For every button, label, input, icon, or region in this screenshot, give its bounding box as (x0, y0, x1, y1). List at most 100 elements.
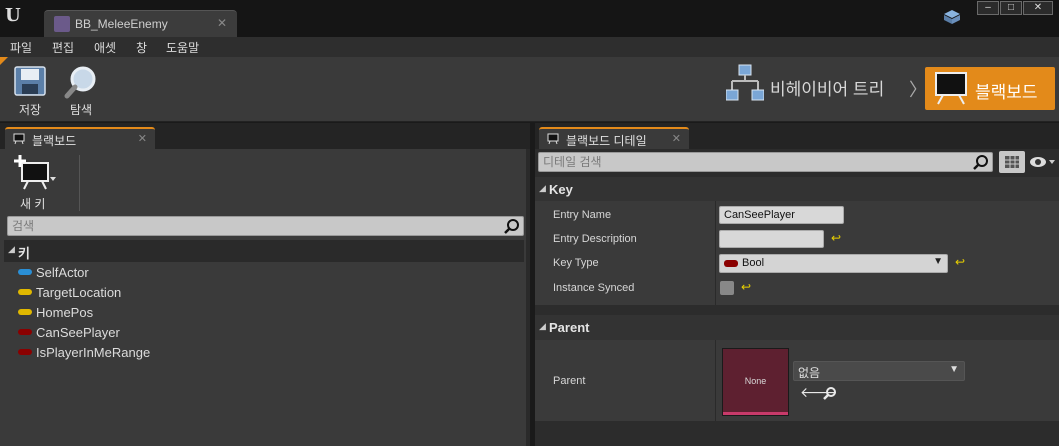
blackboard-search-input[interactable] (12, 218, 476, 234)
key-section-header[interactable]: ◢ Key (535, 177, 1059, 201)
toolbar: 저장 탐색 비헤이비어 트리 〉 블랙보드 (0, 57, 1059, 122)
blackboard-tab-icon (547, 133, 559, 145)
close-button[interactable]: ✕ (1023, 1, 1053, 15)
menu-file[interactable]: 파일 (10, 39, 32, 56)
browse-label: 탐색 (69, 103, 93, 117)
key-name-label: TargetLocation (36, 285, 122, 300)
column-divider (715, 340, 716, 421)
key-name-label: CanSeePlayer (36, 325, 120, 340)
key-name-label: IsPlayerInMeRange (36, 345, 151, 360)
menu-help[interactable]: 도움말 (166, 39, 199, 56)
details-search-input[interactable] (543, 154, 951, 170)
reset-to-default-icon[interactable]: ↩ (831, 231, 841, 245)
key-type-label: Key Type (553, 257, 599, 269)
title-bar: U BB_MeleeEnemy ✕ ‒ □ ✕ (0, 0, 1059, 37)
instance-synced-label: Instance Synced (553, 282, 635, 294)
browse-to-asset-icon[interactable] (823, 386, 837, 400)
entry-description-field[interactable] (719, 230, 824, 248)
browse-button[interactable]: 탐색 (59, 63, 103, 121)
parent-section-body: Parent None 없음 ▼ 🡐 (535, 340, 1059, 421)
reset-to-default-icon[interactable]: ↩ (741, 280, 751, 294)
details-tabstrip: 블랙보드 디테일 ✕ (535, 123, 1059, 149)
magnifier-icon[interactable] (973, 154, 989, 170)
key-type-value: Bool (742, 257, 765, 269)
property-matrix-button[interactable] (999, 151, 1025, 173)
unreal-logo-icon[interactable]: U (5, 5, 25, 27)
panel-splitter[interactable] (526, 149, 530, 446)
keys-category-label: 키 (18, 246, 30, 261)
blackboard-panel: 새 키 ◢ 키 SelfActor TargetLocation HomePos Ca… (0, 149, 530, 446)
view-options-button[interactable] (1029, 155, 1057, 169)
notification-icon[interactable] (944, 10, 960, 24)
chevron-down-icon: ▼ (949, 364, 959, 375)
blackboard-icon (935, 72, 967, 105)
key-type-pill-icon (18, 329, 32, 335)
new-key-label: 새 키 (20, 197, 46, 211)
new-key-button[interactable]: 새 키 (10, 155, 68, 211)
parent-label: Parent (553, 375, 586, 387)
close-tab-icon[interactable]: ✕ (217, 16, 227, 30)
keys-category-header[interactable]: ◢ 키 (4, 240, 524, 262)
menu-edit[interactable]: 편집 (52, 39, 74, 56)
bool-type-pill-icon (724, 260, 738, 267)
tab-details-label: 블랙보드 디테일 (566, 134, 647, 148)
behavior-tree-icon (726, 64, 764, 101)
key-name-label: SelfActor (36, 265, 89, 280)
entry-name-field[interactable]: CanSeePlayer (719, 206, 844, 224)
blackboard-tab-icon (13, 133, 25, 145)
tab-blackboard[interactable]: 블랙보드 ✕ (5, 127, 155, 149)
parent-asset-dropdown[interactable]: 없음 ▼ (793, 361, 965, 381)
save-icon (14, 66, 46, 96)
key-type-pill-icon (18, 349, 32, 355)
asset-tab-label: BB_MeleeEnemy (75, 17, 168, 31)
tab-blackboard-label: 블랙보드 (32, 134, 77, 148)
blackboard-asset-icon (54, 16, 70, 32)
blackboard-mode-label: 블랙보드 (975, 83, 1038, 102)
blackboard-mode-button[interactable]: 블랙보드 (925, 67, 1055, 110)
collapse-triangle-icon[interactable]: ◢ (539, 321, 546, 332)
instance-synced-checkbox[interactable] (720, 281, 734, 295)
key-type-pill-icon (18, 289, 32, 295)
collapse-triangle-icon[interactable]: ◢ (8, 244, 15, 255)
key-type-pill-icon (18, 269, 32, 275)
parent-thumbnail[interactable]: None (722, 348, 789, 416)
save-button[interactable]: 저장 (8, 63, 52, 121)
grid-icon (1005, 156, 1019, 168)
blackboard-search[interactable] (7, 216, 524, 236)
blackboard-tabstrip: 블랙보드 ✕ (0, 123, 530, 149)
key-name-label: HomePos (36, 305, 94, 320)
tab-blackboard-details[interactable]: 블랙보드 디테일 ✕ (539, 127, 689, 149)
key-section-body: Entry Name CanSeePlayer Entry Descriptio… (535, 201, 1059, 305)
behavior-tree-label: 비헤이비어 트리 (770, 80, 885, 99)
parent-dropdown-value: 없음 (798, 366, 821, 380)
column-divider (715, 201, 716, 305)
close-tab-icon[interactable]: ✕ (672, 132, 681, 145)
eye-icon (1030, 157, 1055, 167)
menu-bar: 파일 편집 애셋 창 도움말 (0, 37, 1059, 57)
magnifier-icon[interactable] (504, 218, 520, 234)
entry-description-label: Entry Description (553, 233, 637, 245)
parent-section-header[interactable]: ◢ Parent (535, 315, 1059, 340)
maximize-button[interactable]: □ (1000, 1, 1022, 15)
minimize-button[interactable]: ‒ (977, 1, 999, 15)
chevron-down-icon: ▼ (933, 256, 943, 267)
toolbar-divider (79, 155, 80, 211)
collapse-triangle-icon[interactable]: ◢ (539, 183, 546, 194)
menu-window[interactable]: 창 (136, 39, 147, 56)
close-tab-icon[interactable]: ✕ (138, 132, 147, 145)
corner-marker (0, 57, 8, 65)
details-panel: ◢ Key Entry Name CanSeePlayer Entry Desc… (535, 149, 1059, 446)
key-type-pill-icon (18, 309, 32, 315)
add-key-icon (14, 155, 56, 190)
search-icon (64, 66, 96, 99)
save-label: 저장 (18, 103, 42, 117)
menu-asset[interactable]: 애셋 (94, 39, 116, 56)
reset-to-default-icon[interactable]: ↩ (955, 255, 965, 269)
entry-name-label: Entry Name (553, 209, 612, 221)
details-search[interactable] (538, 152, 993, 172)
parent-section-title: Parent (549, 320, 590, 335)
asset-tab[interactable]: BB_MeleeEnemy ✕ (44, 10, 237, 37)
key-type-dropdown[interactable]: Bool ▼ (719, 254, 948, 273)
thumbnail-none-text: None (744, 376, 767, 386)
asset-type-bar (723, 412, 788, 415)
